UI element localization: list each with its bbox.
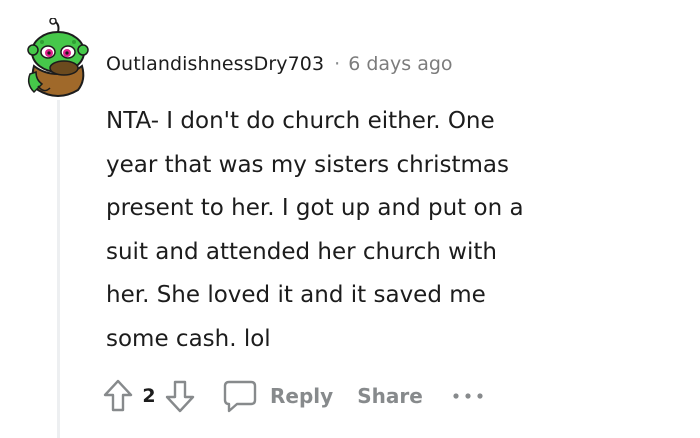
upvote-button[interactable] bbox=[98, 374, 138, 418]
downvote-arrow-icon bbox=[165, 380, 195, 413]
reply-label: Reply bbox=[270, 384, 334, 408]
meta-separator: · bbox=[334, 53, 341, 75]
downvote-button[interactable] bbox=[160, 374, 200, 418]
share-label: Share bbox=[357, 384, 423, 408]
speech-bubble-icon bbox=[220, 376, 260, 416]
upvote-arrow-icon bbox=[103, 379, 133, 412]
more-options-icon bbox=[453, 393, 483, 399]
vote-count: 2 bbox=[142, 385, 156, 407]
snoo-avatar-icon bbox=[27, 17, 89, 97]
comment: OutlandishnessDry703 · 6 days ago NTA- I… bbox=[0, 0, 700, 438]
comment-body: NTA- I don't do church either. One year … bbox=[106, 100, 606, 361]
thread-line[interactable] bbox=[57, 100, 60, 438]
user-avatar[interactable] bbox=[24, 17, 92, 108]
author-username[interactable]: OutlandishnessDry703 bbox=[106, 53, 324, 75]
comment-header: OutlandishnessDry703 · 6 days ago bbox=[106, 50, 453, 78]
reply-button[interactable]: Reply bbox=[220, 374, 333, 418]
comment-timestamp[interactable]: 6 days ago bbox=[348, 53, 452, 75]
more-options-button[interactable] bbox=[451, 381, 485, 411]
comment-text: NTA- I don't do church either. One year … bbox=[106, 108, 524, 352]
share-button[interactable]: Share bbox=[357, 374, 423, 418]
comment-actions: 2 Reply Share bbox=[98, 374, 485, 418]
